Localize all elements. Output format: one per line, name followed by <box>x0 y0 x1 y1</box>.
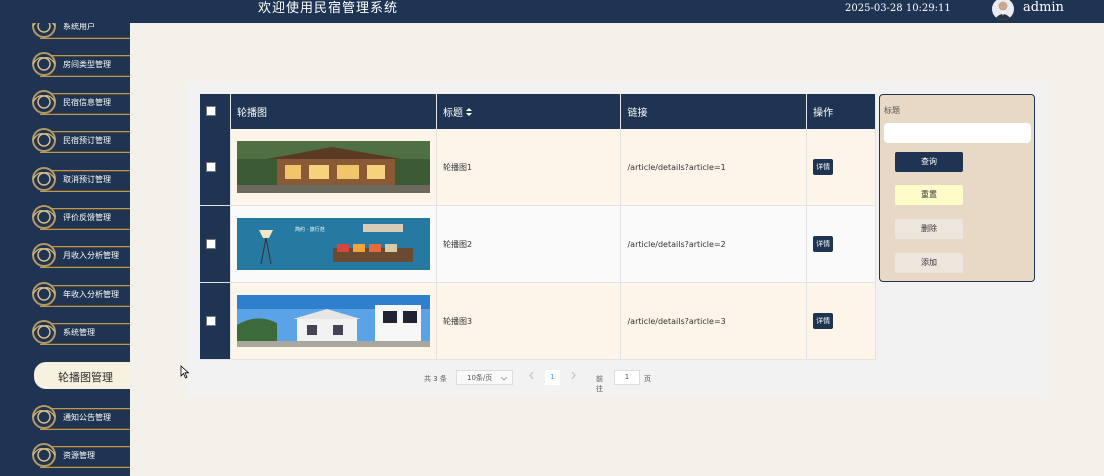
table-row: 轮播图1 /article/details?article=1 详情 <box>200 129 876 206</box>
white-villa-photo[interactable] <box>236 295 430 347</box>
search-label: 标题 <box>884 106 900 115</box>
ornament-icon <box>32 205 56 229</box>
image-cell <box>230 129 437 206</box>
ornament-icon <box>32 52 56 76</box>
sidebar-item-label: 资源管理 <box>63 451 95 460</box>
sidebar-item-label: 房间类型管理 <box>63 60 111 69</box>
page-size-select[interactable]: 10条/页 <box>456 370 513 385</box>
sidebar-item-label: 年收入分析管理 <box>63 290 119 299</box>
search-panel: 标题 查询 重置 删除 添加 <box>879 94 1035 282</box>
row-checkbox[interactable] <box>206 239 216 249</box>
title-search-input[interactable] <box>884 123 1031 143</box>
detail-button[interactable]: 详情 <box>813 313 834 329</box>
col-header-title-label: 标题 <box>442 108 463 119</box>
sidebar-item-yearly-income[interactable]: 年收入分析管理 <box>0 279 130 309</box>
delete-button[interactable]: 删除 <box>895 219 963 239</box>
sidebar-item-label: 民宿预订管理 <box>63 136 111 145</box>
username[interactable]: admin <box>1023 0 1064 15</box>
chevron-down-icon <box>501 377 507 381</box>
living-room-banner[interactable]: 简约 · 旅行范 <box>236 218 430 270</box>
prev-page-button[interactable] <box>524 370 539 385</box>
sidebar: 系统用户 房间类型管理 民宿信息管理 民宿预订管理 取消预订管理 评价反馈管理 … <box>0 0 130 476</box>
sidebar-item-label: 系统管理 <box>63 328 95 337</box>
ornament-icon <box>32 282 56 306</box>
reset-button[interactable]: 重置 <box>895 185 963 205</box>
ornament-icon <box>32 443 56 467</box>
sidebar-item-homestay-info[interactable]: 民宿信息管理 <box>0 87 130 117</box>
ornament-icon <box>32 243 56 267</box>
sidebar-item-notices[interactable]: 通知公告管理 <box>0 402 130 432</box>
action-cell: 详情 <box>806 129 876 206</box>
query-button[interactable]: 查询 <box>895 152 963 172</box>
sidebar-item-room-types[interactable]: 房间类型管理 <box>0 49 130 79</box>
chevron-left-icon <box>529 371 534 380</box>
image-cell <box>230 282 437 360</box>
col-header-action: 操作 <box>806 94 876 129</box>
table-row: 简约 · 旅行范 轮播图2 /article/details?article=2… <box>200 205 876 283</box>
col-header-link: 链接 <box>620 94 808 129</box>
page-title: 欢迎使用民宿管理系统 <box>258 1 399 16</box>
sidebar-item-cancellations[interactable]: 取消预订管理 <box>0 164 130 194</box>
link-cell: /article/details?article=1 <box>620 129 808 206</box>
sidebar-item-carousel-management[interactable]: 轮播图管理 <box>34 362 130 389</box>
col-header-image: 轮播图 <box>230 94 437 129</box>
link-cell: /article/details?article=2 <box>620 205 808 283</box>
sidebar-item-label: 评价反馈管理 <box>63 213 111 222</box>
sidebar-item-resources[interactable]: 资源管理 <box>0 440 130 470</box>
next-page-button[interactable] <box>566 370 581 385</box>
select-all-cell <box>200 94 231 129</box>
goto-page-input[interactable]: 1 <box>614 370 640 385</box>
sort-icon[interactable] <box>466 108 473 116</box>
chevron-right-icon <box>571 371 576 380</box>
add-button[interactable]: 添加 <box>895 253 963 273</box>
sidebar-item-label: 取消预订管理 <box>63 175 111 184</box>
page-number-current[interactable]: 1 <box>545 370 560 385</box>
carousel-table: 轮播图 标题 链接 操作 轮播图1 /article/details?artic… <box>200 94 876 360</box>
row-checkbox-cell <box>200 205 231 283</box>
col-header-title[interactable]: 标题 <box>436 94 622 129</box>
sidebar-item-label: 民宿信息管理 <box>63 98 111 107</box>
sidebar-item-monthly-income[interactable]: 月收入分析管理 <box>0 240 130 270</box>
title-cell: 轮播图3 <box>436 282 622 360</box>
wooden-house-photo[interactable] <box>236 141 430 193</box>
ornament-icon <box>32 128 56 152</box>
action-cell: 详情 <box>806 205 876 283</box>
row-checkbox-cell <box>200 129 231 206</box>
total-count: 共 3 条 <box>424 375 447 383</box>
user-avatar-icon <box>994 1 1012 20</box>
sidebar-item-system-management[interactable]: 系统管理 <box>0 317 130 347</box>
table-row: 轮播图3 /article/details?article=3 详情 <box>200 282 876 360</box>
top-bar: 欢迎使用民宿管理系统 2025-03-28 10:29:11 admin <box>0 0 1104 23</box>
mouse-cursor-icon <box>180 365 190 379</box>
sidebar-item-feedback[interactable]: 评价反馈管理 <box>0 202 130 232</box>
image-cell: 简约 · 旅行范 <box>230 205 437 283</box>
detail-button[interactable]: 详情 <box>813 236 834 252</box>
sidebar-item-label: 月收入分析管理 <box>63 251 119 260</box>
page-unit-label: 页 <box>644 375 651 383</box>
title-cell: 轮播图2 <box>436 205 622 283</box>
ornament-icon <box>32 167 56 191</box>
select-all-checkbox[interactable] <box>206 106 216 116</box>
datetime-display: 2025-03-28 10:29:11 <box>845 3 951 14</box>
action-cell: 详情 <box>806 282 876 360</box>
goto-label: 前往 <box>596 375 603 393</box>
row-checkbox[interactable] <box>206 316 216 326</box>
page-size-value: 10条/页 <box>467 374 493 382</box>
ornament-icon <box>32 320 56 344</box>
sidebar-item-bookings[interactable]: 民宿预订管理 <box>0 125 130 155</box>
sidebar-item-label: 通知公告管理 <box>63 413 111 422</box>
banner-caption: 简约 · 旅行范 <box>295 226 325 233</box>
ornament-icon <box>32 405 56 429</box>
ornament-icon <box>32 90 56 114</box>
title-cell: 轮播图1 <box>436 129 622 206</box>
link-cell: /article/details?article=3 <box>620 282 808 360</box>
sidebar-item-label: 轮播图管理 <box>58 371 113 384</box>
avatar[interactable] <box>992 0 1014 20</box>
detail-button[interactable]: 详情 <box>813 159 834 175</box>
row-checkbox-cell <box>200 282 231 360</box>
row-checkbox[interactable] <box>206 162 216 172</box>
